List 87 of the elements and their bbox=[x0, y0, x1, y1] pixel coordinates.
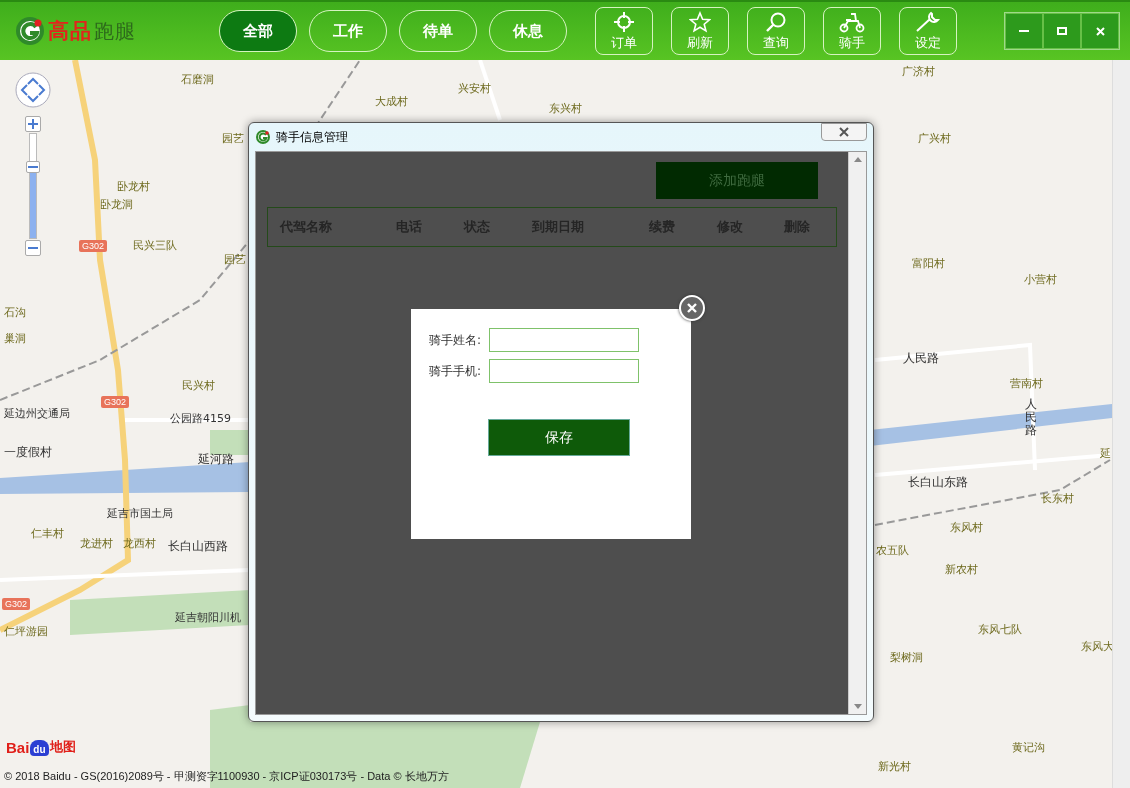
maximize-icon bbox=[1057, 27, 1067, 35]
map-label: 富阳村 bbox=[912, 256, 945, 271]
map-label: 卧龙洞 bbox=[100, 197, 133, 212]
map-label: 广兴村 bbox=[918, 131, 951, 146]
add-rider-button[interactable]: 添加跑腿 bbox=[656, 162, 818, 199]
map-label: 新农村 bbox=[945, 562, 978, 577]
map-label: 人民路 bbox=[1025, 398, 1037, 438]
map-label: 巢洞 bbox=[4, 331, 26, 346]
map-label: 东兴村 bbox=[549, 101, 582, 116]
logo-text: 跑腿 bbox=[94, 17, 136, 45]
scrollbar[interactable] bbox=[1112, 60, 1130, 788]
map-label: 延河路 bbox=[198, 451, 234, 468]
search-icon bbox=[765, 10, 787, 33]
map-label: 小营村 bbox=[1024, 272, 1057, 287]
map-label: 大成村 bbox=[375, 94, 408, 109]
map-label: 民兴村 bbox=[182, 378, 215, 393]
close-button[interactable] bbox=[821, 123, 867, 141]
pan-control[interactable] bbox=[14, 71, 52, 109]
zoom-handle[interactable] bbox=[26, 161, 40, 174]
map-label: 卧龙村 bbox=[117, 179, 150, 194]
map-logo-text: Bai bbox=[6, 739, 30, 756]
copyright-text: © 2018 Baidu - GS(2016)2089号 - 甲测资字1100930 - 京ICP证030173号 - Data © 长地万方 bbox=[4, 769, 449, 784]
scroll-down-icon[interactable] bbox=[853, 704, 862, 709]
map-label: 长白山东路 bbox=[908, 474, 968, 491]
close-icon bbox=[1095, 26, 1105, 36]
wrench-icon bbox=[915, 10, 941, 33]
map-label: 民兴三队 bbox=[133, 238, 177, 253]
map-label: 石磨洞 bbox=[181, 72, 214, 87]
map-logo-text: 地图 bbox=[49, 738, 76, 756]
close-icon bbox=[687, 303, 697, 313]
toolbar-button[interactable]: 设定 bbox=[899, 7, 957, 55]
crosshair-icon bbox=[613, 10, 635, 33]
highway-badge: G302 bbox=[79, 240, 108, 252]
map-label: 长东村 bbox=[1041, 491, 1074, 506]
zoom-in-icon[interactable] bbox=[25, 116, 41, 132]
map-label: 兴安村 bbox=[458, 81, 491, 96]
toolbar-button[interactable]: 刷新 bbox=[671, 7, 729, 55]
map-label: 延吉朝阳川机 bbox=[175, 610, 241, 625]
close-icon bbox=[839, 127, 849, 137]
zoom-out-icon[interactable] bbox=[25, 240, 41, 256]
map-label: 龙西村 bbox=[123, 536, 156, 551]
minimize-button[interactable] bbox=[1005, 13, 1043, 49]
map-label: 东风村 bbox=[950, 520, 983, 535]
maximize-button[interactable] bbox=[1043, 13, 1081, 49]
map-label: 仁坪游园 bbox=[4, 624, 48, 639]
dialog-title: 骑手信息管理 bbox=[276, 128, 348, 146]
map-label: 东风七队 bbox=[978, 622, 1022, 637]
logo-icon bbox=[255, 129, 271, 145]
star-icon bbox=[689, 10, 711, 33]
input-field[interactable] bbox=[489, 359, 639, 383]
field-label: 骑手姓名: bbox=[429, 331, 483, 349]
map-label: 长白山西路 bbox=[168, 538, 228, 555]
map-label: 延边州交通局 bbox=[4, 406, 70, 421]
save-button[interactable]: 保存 bbox=[488, 419, 630, 456]
map-label: 石沟 bbox=[4, 305, 26, 320]
map-label: 延 bbox=[1100, 446, 1111, 461]
map-label: 仁丰村 bbox=[31, 526, 64, 541]
highway-badge: G302 bbox=[101, 396, 130, 408]
map-label: 新光村 bbox=[878, 759, 911, 774]
map-label: 黄记沟 bbox=[1012, 740, 1045, 755]
map-logo-badge: du bbox=[30, 740, 49, 756]
map-label: 人民路 bbox=[903, 350, 939, 367]
map-label: 龙进村 bbox=[80, 536, 113, 551]
scooter-icon bbox=[838, 10, 866, 33]
logo-text: 高品 bbox=[48, 18, 92, 45]
map-label: 梨树洞 bbox=[890, 650, 923, 665]
field-label: 骑手手机: bbox=[429, 362, 483, 380]
map-label: 公园路4159 bbox=[170, 411, 231, 426]
toolbar-button[interactable]: 订单 bbox=[595, 7, 653, 55]
scrollbar[interactable] bbox=[848, 152, 866, 714]
zoom-slider[interactable] bbox=[26, 133, 40, 239]
map-label: 广济村 bbox=[902, 64, 935, 79]
minimize-icon bbox=[1019, 29, 1029, 33]
toolbar-button[interactable]: 查询 bbox=[747, 7, 805, 55]
logo-icon bbox=[14, 15, 46, 47]
park-area bbox=[210, 430, 250, 455]
map-label: 营南村 bbox=[1010, 376, 1043, 391]
map-label: 园艺 bbox=[222, 131, 244, 146]
map-label: 园艺 bbox=[224, 252, 246, 267]
toolbar-button[interactable]: 骑手 bbox=[823, 7, 881, 55]
map-label: 一度假村 bbox=[4, 444, 52, 461]
input-field[interactable] bbox=[489, 328, 639, 352]
map-label: 延吉市国土局 bbox=[107, 506, 173, 521]
highway-badge: G302 bbox=[2, 598, 31, 610]
scroll-up-icon[interactable] bbox=[853, 157, 862, 162]
filter-tab[interactable]: 全部 bbox=[219, 10, 297, 52]
map-label: 农五队 bbox=[876, 543, 909, 558]
